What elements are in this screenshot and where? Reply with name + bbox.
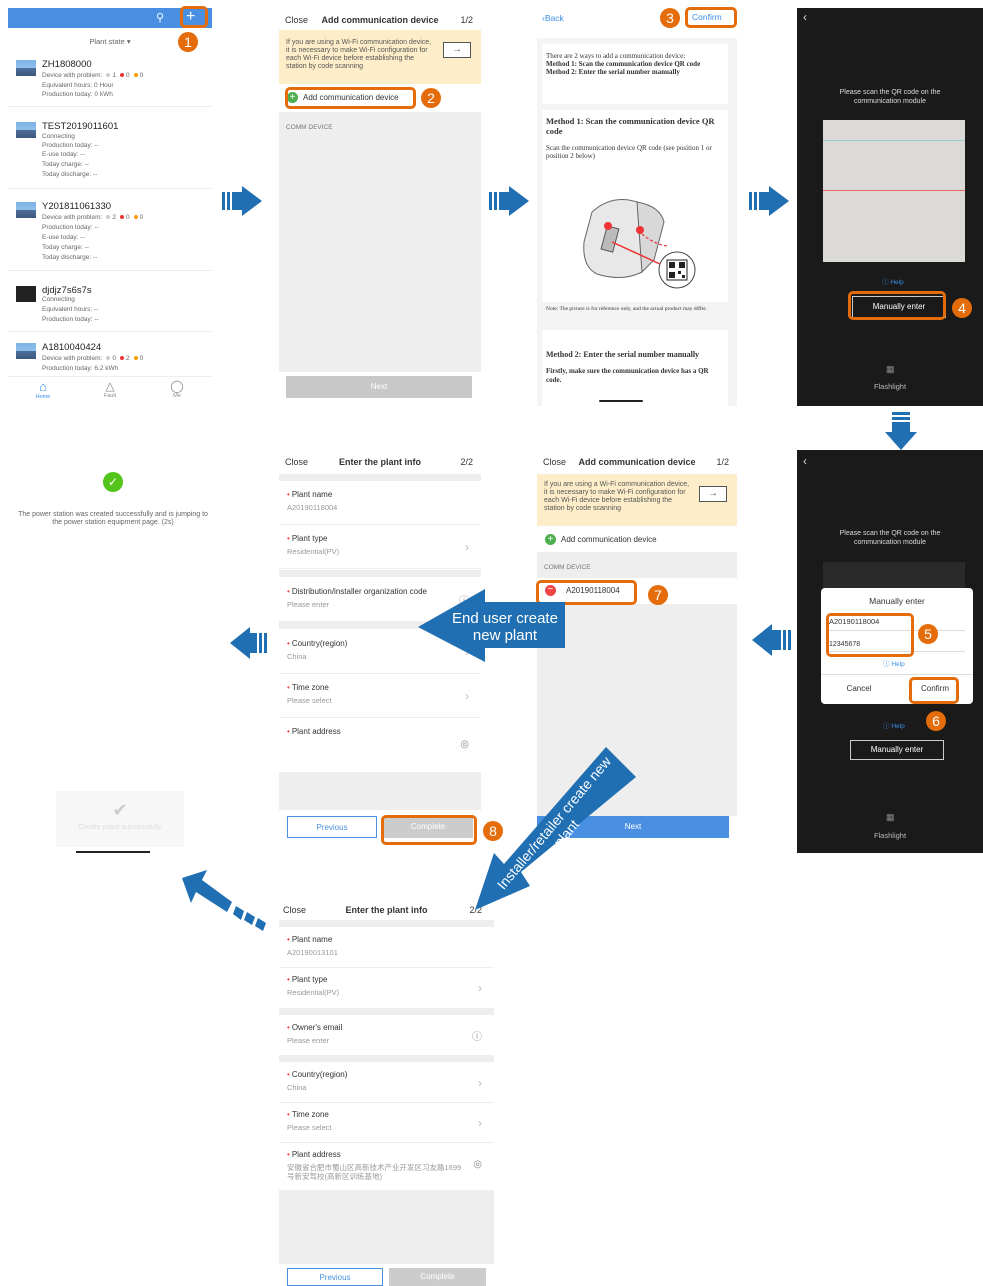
flow-arrow-right bbox=[489, 186, 529, 216]
flow-arrow-right bbox=[749, 186, 789, 216]
flow-arrow-diagonal bbox=[182, 870, 266, 931]
end-user-label: End user create new plant bbox=[452, 610, 558, 644]
flow-arrow-left bbox=[230, 627, 267, 659]
flow-arrow-right bbox=[222, 186, 262, 216]
flow-arrow-down bbox=[885, 412, 917, 450]
flow-arrow-left bbox=[752, 624, 791, 656]
